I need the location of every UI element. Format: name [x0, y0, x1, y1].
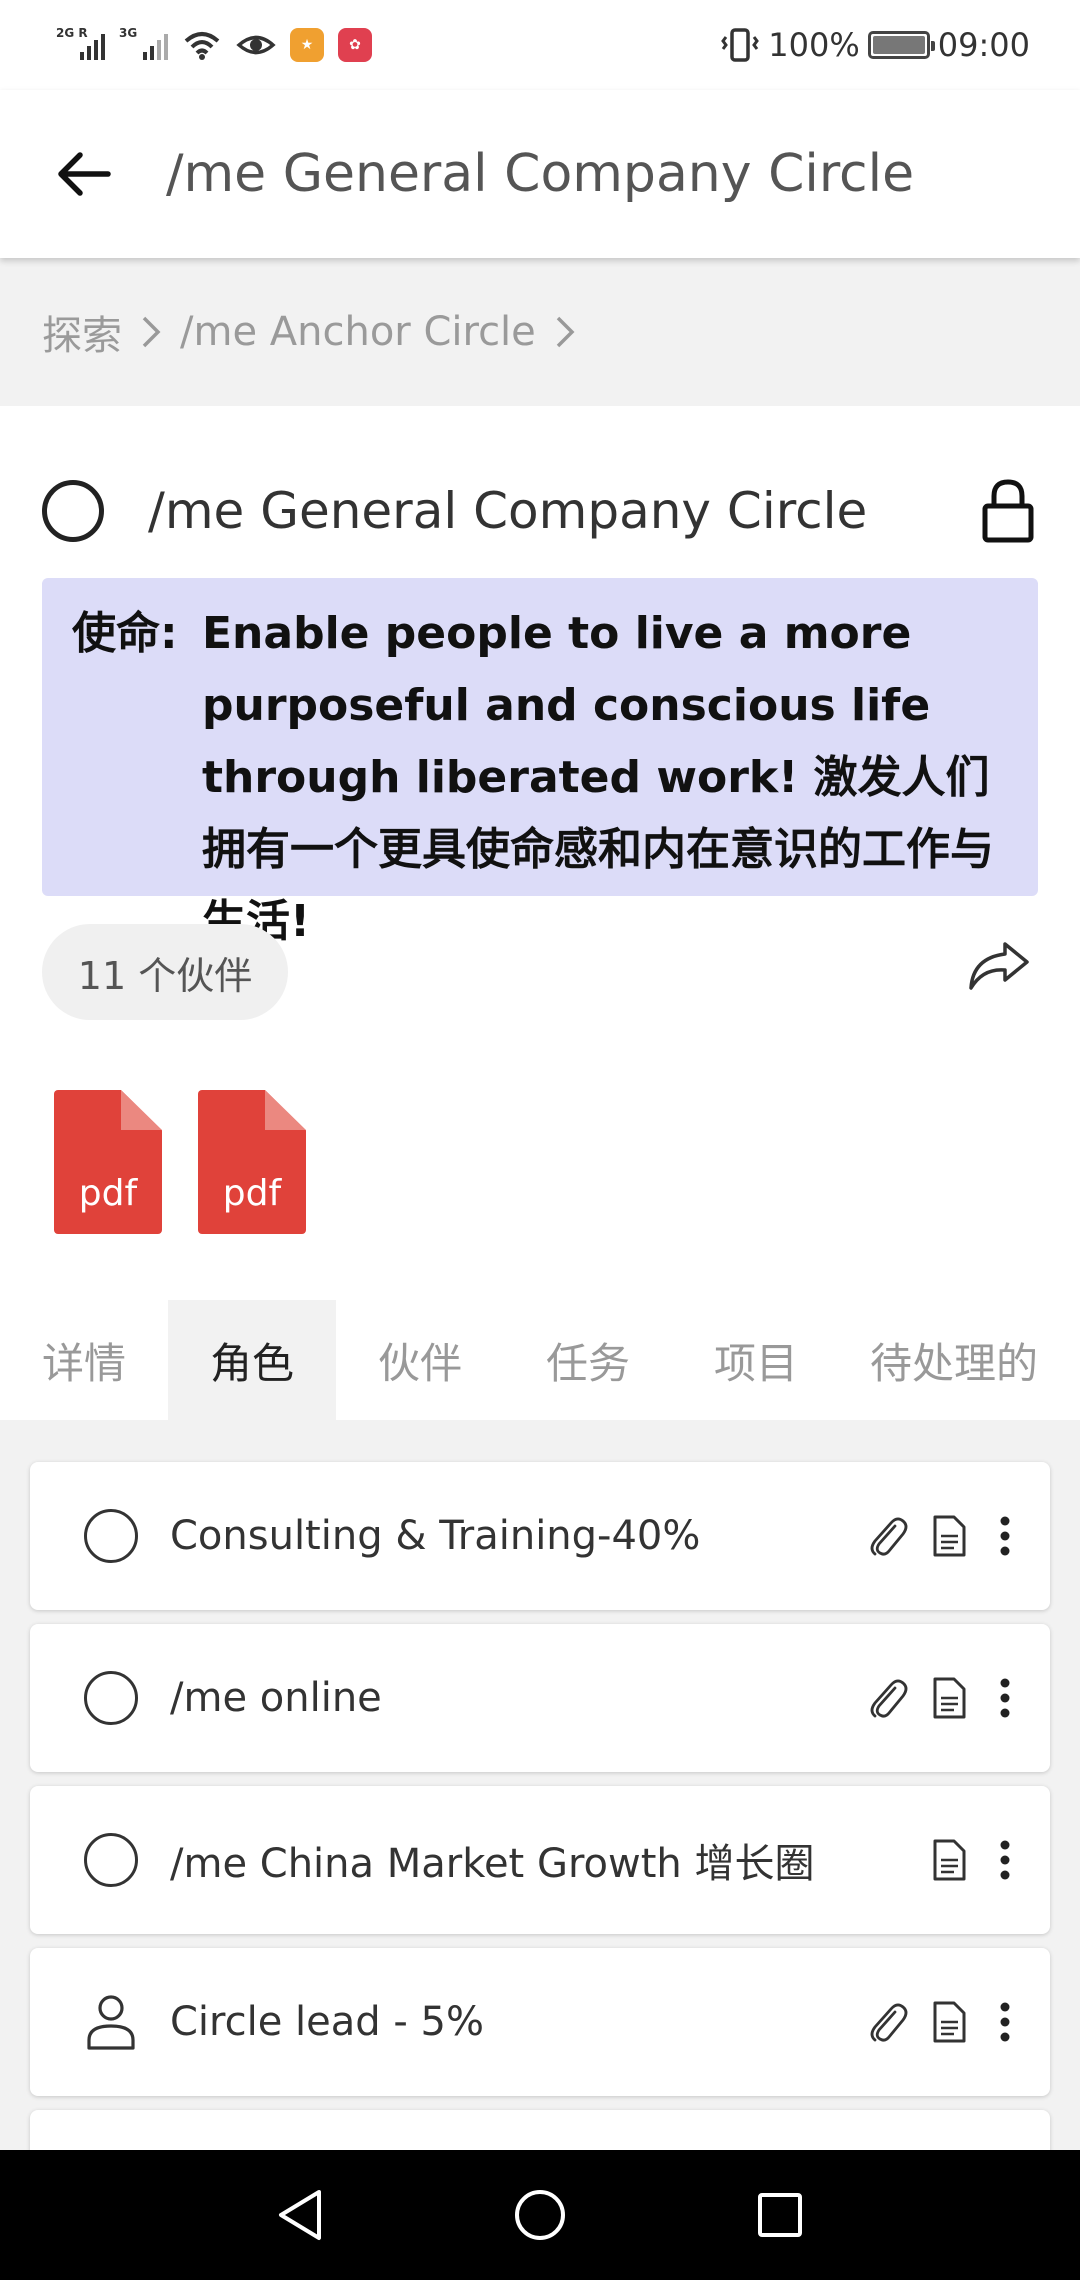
nav-home-button[interactable] — [510, 2185, 570, 2245]
triangle-back-icon — [279, 2190, 321, 2240]
breadcrumb-item-explore[interactable]: 探索 — [42, 303, 122, 361]
huawei-app-icon: ✿ — [338, 28, 372, 62]
tab-projects[interactable]: 项目 — [672, 1300, 840, 1420]
mission-label: 使命: — [72, 608, 178, 659]
nav-recents-button[interactable] — [750, 2185, 810, 2245]
battery-icon — [867, 31, 935, 59]
breadcrumb: 探索 /me Anchor Circle — [0, 258, 1080, 406]
more-options-button[interactable] — [980, 1667, 1030, 1729]
back-button[interactable] — [34, 124, 134, 224]
arrow-left-icon — [58, 152, 111, 196]
roles-list: Consulting & Training-40% /me online /me… — [0, 1420, 1080, 2150]
document-button[interactable] — [918, 1667, 980, 1729]
pdf-attachment[interactable]: pdf — [54, 1090, 162, 1234]
person-icon — [87, 1995, 135, 2050]
share-button[interactable] — [958, 926, 1038, 1006]
document-button[interactable] — [918, 1991, 980, 2053]
chevron-right-icon — [554, 314, 576, 350]
paperclip-icon — [870, 1679, 908, 1718]
lock-icon[interactable] — [978, 476, 1038, 546]
circle-icon — [84, 1671, 138, 1725]
signal-2g-label: 2G R — [56, 26, 88, 40]
document-icon — [933, 1515, 966, 1557]
role-label: Consulting & Training-40% — [170, 1513, 701, 1559]
pdf-attachment[interactable]: pdf — [198, 1090, 306, 1234]
pdf-fold — [265, 1090, 306, 1130]
pdf-fold — [121, 1090, 162, 1130]
nav-back-button[interactable] — [270, 2185, 330, 2245]
page-title: /me General Company Circle — [166, 144, 915, 204]
document-button[interactable] — [918, 1829, 980, 1891]
vibrate-icon — [721, 28, 760, 62]
circle-name: /me General Company Circle — [148, 482, 868, 540]
status-bar: 2G R 3G ★ ✿ 100% 09:00 — [0, 0, 1080, 90]
app-bar: /me General Company Circle — [0, 90, 1080, 258]
square-recents-icon — [758, 2193, 802, 2237]
attachment-button[interactable] — [856, 1505, 918, 1567]
circle-icon — [84, 1509, 138, 1563]
tab-details[interactable]: 详情 — [0, 1300, 168, 1420]
paperclip-icon — [870, 1517, 908, 1556]
role-label: Circle lead - 5% — [170, 1999, 484, 2045]
document-button[interactable] — [918, 1505, 980, 1567]
circle-icon — [42, 480, 104, 542]
circle-home-icon — [515, 2190, 565, 2240]
mission-box: 使命: Enable people to live a more purpose… — [42, 578, 1038, 947]
partners-count-chip[interactable]: 11 个伙伴 — [42, 924, 288, 1020]
circle-header: /me General Company Circle — [42, 466, 1038, 556]
tab-tasks[interactable]: 任务 — [504, 1300, 672, 1420]
chevron-right-icon — [140, 314, 162, 350]
tab-pending[interactable]: 待处理的 — [840, 1300, 1080, 1420]
wifi-icon — [184, 32, 220, 60]
attachment-button[interactable] — [856, 1667, 918, 1729]
pdf-ext-label: pdf — [222, 1173, 282, 1214]
signal-3g-label: 3G — [119, 26, 138, 40]
more-options-button[interactable] — [980, 1829, 1030, 1891]
more-options-button[interactable] — [980, 1505, 1030, 1567]
paperclip-icon — [870, 2003, 908, 2042]
circle-detail: /me General Company Circle 使命: Enable pe… — [0, 406, 1080, 1420]
document-icon — [933, 1839, 966, 1881]
breadcrumb-item-anchor-circle[interactable]: /me Anchor Circle — [180, 309, 536, 355]
tab-partners[interactable]: 伙伴 — [336, 1300, 504, 1420]
mission-text: Enable people to live a more purposeful … — [202, 608, 994, 947]
more-vertical-icon — [1000, 1678, 1010, 1718]
notification-app-icon: ★ — [290, 28, 324, 62]
system-nav-bar — [0, 2150, 1080, 2280]
list-item[interactable]: /me China Market Growth 增长圈 — [30, 1786, 1050, 1934]
list-item[interactable]: Consulting & Training-40% — [30, 1462, 1050, 1610]
circle-icon — [84, 1833, 138, 1887]
list-item[interactable] — [30, 2110, 1050, 2150]
status-left: 2G R 3G ★ ✿ — [56, 26, 372, 62]
more-options-button[interactable] — [980, 1991, 1030, 2053]
signal-3g-icon: 3G — [119, 26, 168, 60]
pdf-ext-label: pdf — [78, 1173, 138, 1214]
attachment-button[interactable] — [856, 1991, 918, 2053]
clock: 09:00 — [937, 26, 1030, 64]
battery-fill — [872, 36, 925, 54]
signal-2g-icon: 2G R — [56, 26, 105, 60]
document-icon — [933, 1677, 966, 1719]
more-vertical-icon — [1000, 1840, 1010, 1880]
list-item[interactable]: /me online — [30, 1624, 1050, 1772]
status-right: 100% 09:00 — [720, 26, 1030, 64]
tab-roles[interactable]: 角色 — [168, 1300, 336, 1420]
share-icon — [969, 942, 1029, 990]
role-label: /me China Market Growth 增长圈 — [170, 1841, 815, 1887]
list-item[interactable]: Circle lead - 5% — [30, 1948, 1050, 2096]
battery-percent: 100% — [768, 26, 860, 64]
role-label: /me online — [170, 1675, 382, 1721]
eye-comfort-icon — [236, 35, 276, 55]
more-vertical-icon — [1000, 2002, 1010, 2042]
document-icon — [933, 2001, 966, 2043]
tab-bar: 详情 角色 伙伴 任务 项目 待处理的 — [0, 1300, 1080, 1420]
more-vertical-icon — [1000, 1516, 1010, 1556]
